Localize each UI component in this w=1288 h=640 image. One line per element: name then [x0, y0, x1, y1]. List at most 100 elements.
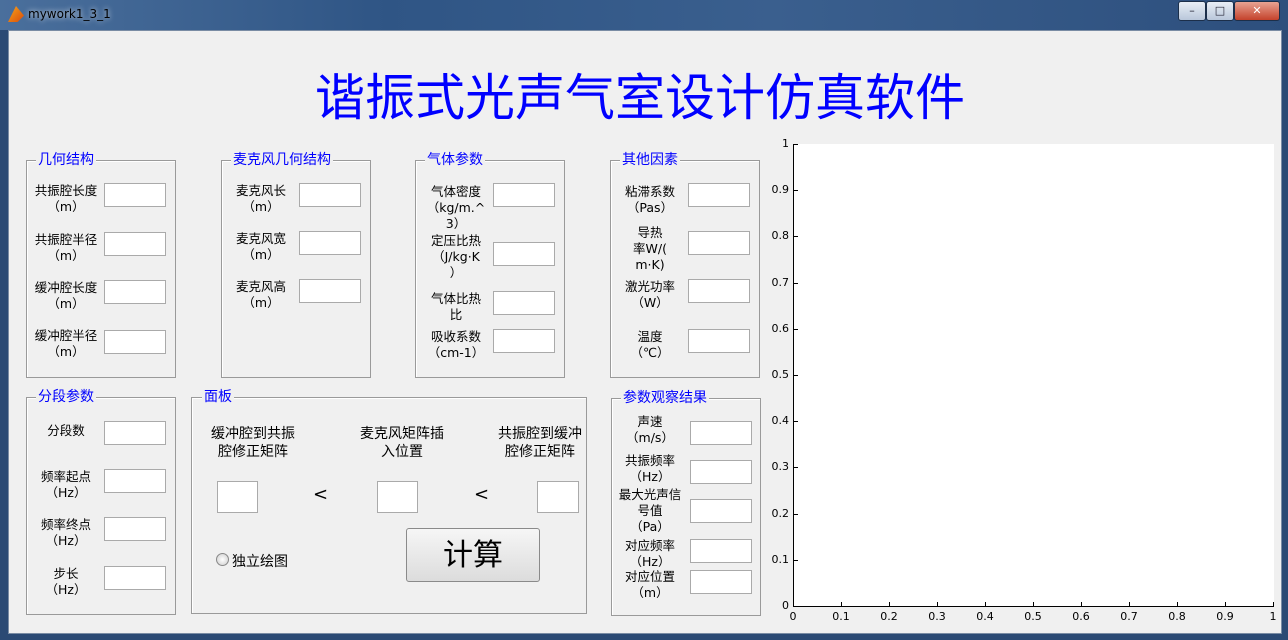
- other-input[interactable]: [688, 329, 750, 353]
- gas-label: 气体密度 （kg/m.^ 3）: [426, 184, 486, 231]
- segment-input[interactable]: [104, 517, 166, 541]
- segment-label: 分段数: [47, 423, 85, 438]
- results-input[interactable]: [690, 499, 752, 523]
- y-tick-mark: [794, 282, 798, 284]
- geometry-label: 缓冲腔长度 （m）: [34, 280, 98, 311]
- gas-input[interactable]: [493, 291, 555, 315]
- independent-plot-label: 独立绘图: [232, 554, 288, 570]
- y-tick-mark: [794, 559, 798, 561]
- geometry-group-title: 几何结构: [36, 152, 96, 168]
- other-group-title: 其他因素: [620, 152, 680, 168]
- buffer-to-resonator-input[interactable]: [217, 481, 258, 513]
- other-label: 激光功率 （W）: [624, 279, 675, 310]
- segment-label: 步长 （Hz）: [45, 566, 87, 597]
- x-tick-mark: [841, 602, 842, 606]
- window-title: mywork1_3_1: [28, 7, 111, 21]
- panel-group-title: 面板: [202, 389, 234, 405]
- y-tick-mark: [794, 606, 798, 607]
- x-tick-label: 0.1: [832, 610, 850, 623]
- mic-group-title: 麦克风几何结构: [231, 152, 333, 168]
- y-tick-mark: [794, 513, 798, 515]
- maximize-button[interactable]: □: [1206, 1, 1234, 21]
- geometry-label: 缓冲腔半径 （m）: [34, 328, 98, 359]
- y-tick-mark: [794, 236, 798, 238]
- results-label: 共振频率 （Hz）: [624, 453, 675, 484]
- mic-position-input[interactable]: [377, 481, 418, 513]
- y-tick-mark: [794, 421, 798, 423]
- gas-input[interactable]: [493, 242, 555, 266]
- other-label: 温度 （℃）: [630, 329, 670, 360]
- gas-input[interactable]: [493, 329, 555, 353]
- y-tick-label: 0.6: [771, 321, 790, 335]
- geometry-input[interactable]: [104, 183, 166, 207]
- panel-label-mic-position: 麦克风矩阵插 入位置: [360, 426, 444, 460]
- mic-input[interactable]: [299, 231, 361, 255]
- results-label: 最大光声信 号值 （Pa）: [618, 487, 682, 534]
- panel-label-resonator-to-buffer: 共振腔到缓冲 腔修正矩阵: [498, 426, 582, 460]
- plot-axes[interactable]: [793, 144, 1274, 607]
- segment-label: 频率起点 （Hz）: [40, 469, 91, 500]
- calculate-button[interactable]: 计算: [406, 528, 540, 582]
- x-tick-label: 0.5: [1024, 610, 1042, 623]
- x-tick-mark: [1177, 602, 1178, 606]
- y-tick-mark: [794, 375, 798, 376]
- segment-label: 频率终点 （Hz）: [40, 517, 91, 548]
- mic-label: 麦克风宽 （m）: [235, 231, 286, 262]
- mic-input[interactable]: [299, 279, 361, 303]
- y-tick-label: 0.7: [771, 275, 790, 289]
- mic-input[interactable]: [299, 183, 361, 207]
- x-tick-mark: [1081, 602, 1082, 606]
- y-tick-label: 0.2: [771, 506, 790, 520]
- x-tick-label: 0.7: [1120, 610, 1138, 623]
- close-button[interactable]: ✕: [1234, 1, 1280, 21]
- y-tick-label: 1: [782, 137, 789, 150]
- x-tick-mark: [1033, 602, 1034, 606]
- y-tick-mark: [794, 328, 798, 330]
- segment-input[interactable]: [104, 469, 166, 493]
- x-tick-label: 1: [1269, 610, 1277, 623]
- gas-label: 吸收系数 （cm-1）: [427, 329, 485, 360]
- y-tick-label: 0.1: [771, 552, 790, 566]
- x-tick-mark: [889, 602, 890, 606]
- x-tick-mark: [1225, 602, 1226, 606]
- gas-label: 定压比热 （J/kg·K ）: [430, 233, 481, 280]
- other-input[interactable]: [688, 231, 750, 255]
- other-input[interactable]: [688, 279, 750, 303]
- geometry-input[interactable]: [104, 232, 166, 256]
- y-tick-label: 0: [782, 599, 789, 612]
- y-tick-label: 0.3: [771, 460, 790, 474]
- x-tick-mark: [1129, 602, 1130, 606]
- other-label: 粘滞系数 （Pas）: [624, 184, 675, 215]
- independent-plot-radio[interactable]: [216, 553, 229, 566]
- results-label: 对应位置 （m）: [624, 569, 675, 600]
- less-than-sign: <: [313, 484, 329, 505]
- y-tick-mark: [794, 467, 798, 469]
- geometry-input[interactable]: [104, 330, 166, 354]
- y-tick-label: 0.8: [771, 229, 790, 243]
- panel-label-buffer-to-resonator: 缓冲腔到共振 腔修正矩阵: [211, 426, 295, 460]
- y-tick-mark: [794, 190, 798, 192]
- minimize-button[interactable]: –: [1178, 1, 1206, 21]
- x-tick-mark: [1273, 602, 1274, 606]
- x-tick-label: 0.3: [928, 610, 946, 623]
- gas-input[interactable]: [493, 183, 555, 207]
- gas-label: 气体比热 比: [430, 291, 481, 322]
- x-tick-label: 0.8: [1168, 610, 1186, 623]
- other-input[interactable]: [688, 183, 750, 207]
- x-tick-mark: [937, 602, 938, 606]
- gas-group-title: 气体参数: [425, 152, 485, 168]
- results-label: 对应频率 （Hz）: [624, 538, 675, 569]
- results-input[interactable]: [690, 539, 752, 563]
- y-tick-label: 0.9: [771, 183, 790, 197]
- resonator-to-buffer-input[interactable]: [537, 481, 579, 513]
- segment-input[interactable]: [104, 421, 166, 445]
- x-tick-label: 0.9: [1216, 610, 1234, 623]
- results-input[interactable]: [690, 570, 752, 594]
- mic-label: 麦克风长 （m）: [235, 183, 286, 214]
- segment-input[interactable]: [104, 566, 166, 590]
- geometry-input[interactable]: [104, 280, 166, 304]
- results-input[interactable]: [690, 460, 752, 484]
- results-input[interactable]: [690, 421, 752, 445]
- results-label: 声速 （m/s）: [626, 414, 674, 445]
- less-than-sign: <: [474, 484, 490, 505]
